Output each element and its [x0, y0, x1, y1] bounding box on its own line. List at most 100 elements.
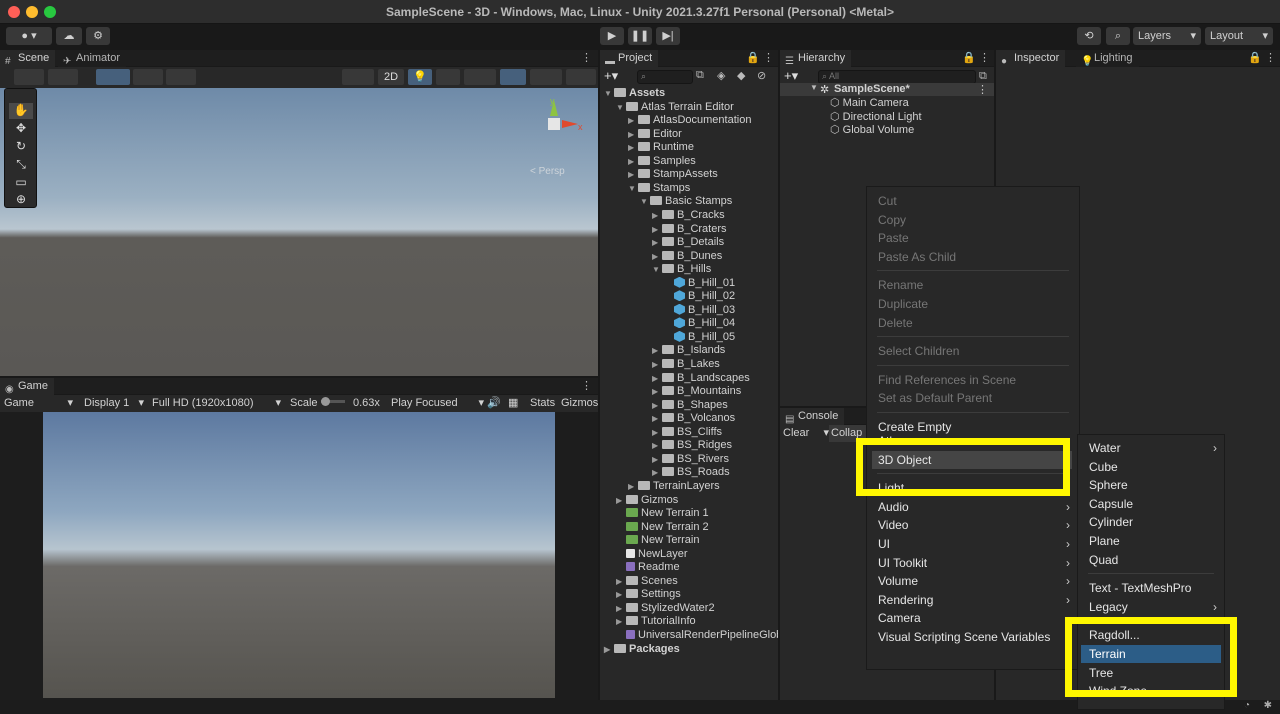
expand-arrow[interactable]: ▶: [616, 615, 626, 628]
project-item[interactable]: ▶ B_Landscapes: [652, 372, 750, 385]
project-item[interactable]: ▶ B_Lakes: [652, 358, 720, 371]
menu-item-camera[interactable]: Camera: [878, 609, 1070, 627]
expand-arrow[interactable]: ▶: [652, 236, 662, 249]
project-item[interactable]: ▶ B_Cracks: [652, 209, 725, 222]
project-item[interactable]: New Terrain 2: [616, 521, 709, 534]
game-render[interactable]: [43, 412, 555, 698]
hierarchy-item[interactable]: ⬡ Global Volume: [830, 124, 914, 137]
project-item[interactable]: ▶ B_Dunes: [652, 250, 722, 263]
game-mode-dropdown[interactable]: Game ▾: [4, 395, 76, 412]
expand-arrow[interactable]: ▶: [628, 141, 638, 154]
expand-arrow[interactable]: ▶: [628, 155, 638, 168]
project-item[interactable]: ▶ Settings: [616, 588, 681, 601]
expand-arrow[interactable]: ▼: [628, 182, 638, 195]
menu-item-rendering[interactable]: Rendering ›: [878, 591, 1070, 609]
project-item[interactable]: Readme: [616, 561, 680, 574]
expand-arrow[interactable]: ▶: [652, 385, 662, 398]
project-menu-icon[interactable]: ⋮: [763, 51, 774, 64]
gizmo-center[interactable]: [548, 118, 560, 130]
expand-arrow[interactable]: ▼: [616, 101, 626, 114]
scene-expand-arrow[interactable]: ▼: [810, 83, 818, 92]
console-clear-dropdown[interactable]: Clear ▾: [783, 425, 829, 442]
hierarchy-item[interactable]: ⬡ Main Camera: [830, 97, 909, 110]
tab-lighting[interactable]: 💡 Lighting: [1076, 50, 1139, 67]
grid-snap-button[interactable]: [96, 69, 130, 85]
rect-tool-icon[interactable]: ▭: [9, 175, 33, 191]
orientation-gizmo[interactable]: y x: [526, 96, 586, 156]
submenu-item-text-textmeshpro[interactable]: Text - TextMeshPro: [1089, 579, 1217, 597]
submenu-item-cube[interactable]: Cube: [1089, 458, 1217, 476]
layout-dropdown[interactable]: Layout ▾: [1205, 27, 1273, 45]
project-item[interactable]: ▼ B_Hills: [652, 263, 711, 276]
scale-tool-icon[interactable]: ⤡: [9, 157, 33, 173]
expand-arrow[interactable]: ▶: [652, 466, 662, 479]
project-item[interactable]: New Terrain 1: [616, 507, 709, 520]
tab-animator[interactable]: ✈ Animator: [58, 50, 127, 67]
create-plus-icon[interactable]: +▾: [604, 68, 618, 84]
project-item[interactable]: ▶ Packages: [604, 643, 680, 656]
inspector-menu-icon[interactable]: ⋮: [1265, 51, 1276, 64]
project-item[interactable]: ▶ Runtime: [628, 141, 694, 154]
expand-arrow[interactable]: ▶: [616, 575, 626, 588]
snap-icon[interactable]: [133, 69, 163, 85]
expand-arrow[interactable]: ▶: [616, 588, 626, 601]
game-menu-icon[interactable]: ⋮: [581, 379, 592, 392]
scene-menu-icon[interactable]: ⋮: [977, 83, 988, 96]
project-item[interactable]: NewLayer: [616, 548, 688, 561]
debug-icon[interactable]: ✱: [1264, 700, 1272, 711]
search-by-type-icon[interactable]: ⧉: [696, 69, 704, 82]
cloud-icon[interactable]: ☁: [56, 27, 82, 45]
collab-icon[interactable]: ⚙: [86, 27, 110, 45]
scene-viewport[interactable]: ✋ ✥ ↻ ⤡ ▭ ⊕ y x < Persp: [0, 88, 598, 376]
scale-slider[interactable]: [321, 397, 345, 406]
expand-arrow[interactable]: ▶: [652, 412, 662, 425]
hierarchy-menu-icon[interactable]: ⋮: [979, 51, 990, 64]
inspector-lock-icon[interactable]: 🔒: [1248, 51, 1262, 64]
effects-dropdown[interactable]: [464, 69, 496, 85]
scale-slider-handle[interactable]: [321, 397, 330, 406]
expand-arrow[interactable]: ▶: [628, 114, 638, 127]
expand-arrow[interactable]: ▶: [652, 250, 662, 263]
lock-icon[interactable]: 🔒: [746, 51, 760, 64]
mute-audio-icon[interactable]: 🔊: [487, 395, 501, 412]
project-item[interactable]: ▼ Atlas Terrain Editor: [616, 101, 734, 114]
expand-arrow[interactable]: ▼: [640, 195, 650, 208]
scene-row[interactable]: ▼ ✲ SampleScene* ⋮: [780, 83, 994, 96]
shading-dropdown[interactable]: [48, 69, 78, 85]
project-item[interactable]: ▶ TutorialInfo: [616, 615, 696, 628]
project-item[interactable]: ▶ B_Craters: [652, 223, 727, 236]
hierarchy-item[interactable]: ⬡ Directional Light: [830, 111, 922, 124]
project-item[interactable]: ▼ Basic Stamps: [640, 195, 732, 208]
project-search-input[interactable]: ⌕: [637, 70, 693, 84]
persp-label[interactable]: < Persp: [530, 166, 565, 177]
menu-item-volume[interactable]: Volume ›: [878, 572, 1070, 590]
project-item[interactable]: ▶ TerrainLayers: [628, 480, 720, 493]
menu-item-video[interactable]: Video ›: [878, 516, 1070, 534]
project-item[interactable]: ▼ Assets: [604, 87, 665, 100]
submenu-item-plane[interactable]: Plane: [1089, 532, 1217, 550]
project-item[interactable]: UniversalRenderPipelineGlob: [616, 629, 778, 642]
account-dropdown[interactable]: ● ▾: [6, 27, 52, 45]
keyboard-icon[interactable]: ▦: [508, 395, 518, 412]
favorite-icon[interactable]: ◆: [737, 69, 745, 82]
submenu-item-water[interactable]: Water ›: [1089, 439, 1217, 457]
tab-hierarchy[interactable]: ☰ Hierarchy: [780, 50, 852, 67]
submenu-item-quad[interactable]: Quad: [1089, 551, 1217, 569]
progress-icon[interactable]: ◔: [1244, 700, 1250, 711]
project-item[interactable]: ▼ Stamps: [628, 182, 690, 195]
tab-project[interactable]: ▬ Project: [600, 50, 659, 67]
project-item[interactable]: B_Hill_05: [664, 330, 735, 344]
rotate-tool-icon[interactable]: ↻: [9, 139, 33, 155]
tab-console[interactable]: ▤ Console: [780, 408, 845, 425]
submenu-item-legacy[interactable]: Legacy ›: [1089, 598, 1217, 616]
transform-tool-icon[interactable]: ⊕: [9, 192, 33, 208]
project-item[interactable]: New Terrain: [616, 534, 700, 547]
audio-toggle-icon[interactable]: [436, 69, 460, 85]
draw-mode-dropdown[interactable]: [14, 69, 44, 85]
camera-settings-icon[interactable]: [530, 69, 562, 85]
menu-item-visual-scripting-scene-variables[interactable]: Visual Scripting Scene Variables: [878, 628, 1070, 646]
project-item[interactable]: ▶ Samples: [628, 155, 696, 168]
expand-arrow[interactable]: ▶: [652, 453, 662, 466]
project-item[interactable]: B_Hill_03: [664, 303, 735, 317]
expand-arrow[interactable]: ▶: [652, 358, 662, 371]
